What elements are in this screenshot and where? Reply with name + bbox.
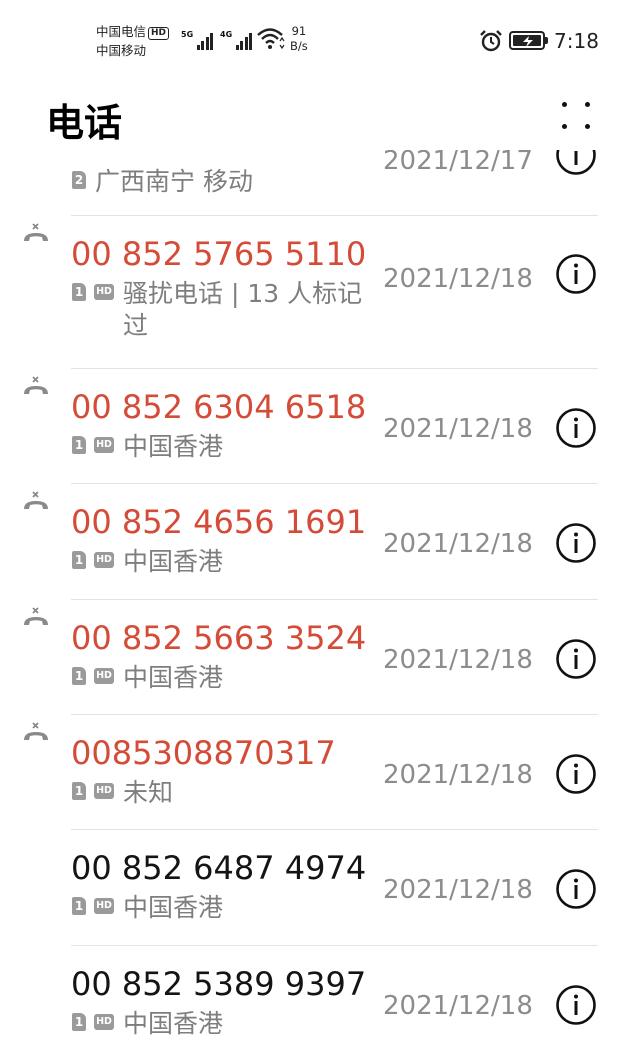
- call-log-item[interactable]: 00 852 5389 9397 1 HD 中国香港 2021/12/18: [0, 946, 640, 1061]
- call-location: 中国香港: [123, 547, 224, 576]
- call-info-button[interactable]: [555, 150, 597, 176]
- sim-card-icon: 1: [72, 782, 86, 800]
- carrier-2: 中国移动: [96, 43, 147, 58]
- clock: 7:18: [554, 29, 599, 53]
- list-divider: [71, 215, 598, 216]
- list-divider: [71, 945, 598, 946]
- sim-card-icon: 1: [72, 551, 86, 569]
- call-location: 骚扰电话 | 13 人标记过: [123, 279, 363, 340]
- call-subtitle: 1 HD 中国香港: [72, 431, 363, 463]
- phone-number: 00 852 5765 5110: [71, 235, 367, 273]
- call-subtitle: 1 HD 中国香港: [72, 662, 363, 694]
- call-location: 中国香港: [123, 432, 224, 461]
- call-location: 未知: [123, 778, 174, 807]
- missed-call-icon: [21, 222, 51, 246]
- call-info-button[interactable]: [555, 638, 597, 680]
- list-divider: [71, 483, 598, 484]
- call-date: 2021/12/18: [383, 875, 533, 905]
- call-log-item[interactable]: 00 852 5765 5110 1 HD 骚扰电话 | 13 人标记过 2021/12…: [0, 216, 640, 368]
- list-divider: [71, 829, 598, 830]
- hd-badge: HD: [148, 27, 170, 40]
- missed-call-icon: [21, 721, 51, 745]
- call-log-item[interactable]: 00 852 4656 1691 1 HD 中国香港 2021/12/18: [0, 484, 640, 599]
- call-location: 中国香港: [123, 1009, 224, 1038]
- list-divider: [71, 368, 598, 369]
- carrier-1: 中国电信: [96, 24, 147, 39]
- sim-card-icon: 1: [72, 1013, 86, 1031]
- phone-number: 00 852 5663 3524: [71, 619, 367, 657]
- call-date: 2021/12/18: [383, 529, 533, 559]
- call-log-list[interactable]: 2 广西南宁 移动 2021/12/17 00 852 5765 5110 1 HD 骚扰电…: [0, 150, 640, 1061]
- hd-call-icon: HD: [94, 552, 114, 568]
- list-divider: [71, 599, 598, 600]
- call-subtitle: 1 HD 中国香港: [72, 1008, 363, 1040]
- call-date: 2021/12/18: [383, 414, 533, 444]
- sim-card-icon: 1: [72, 283, 86, 301]
- missed-call-icon: [21, 490, 51, 514]
- call-subtitle: 1 HD 中国香港: [72, 546, 363, 578]
- hd-call-icon: HD: [94, 437, 114, 453]
- call-subtitle: 1 HD 未知: [72, 777, 363, 809]
- phone-number: 00 852 6487 4974: [71, 849, 367, 887]
- phone-number: 00 852 6304 6518: [71, 388, 367, 426]
- sim-card-icon: 1: [72, 436, 86, 454]
- carrier-info: 中国电信 HD 中国移动: [96, 22, 170, 60]
- hd-call-icon: HD: [94, 1014, 114, 1030]
- call-info-button[interactable]: [555, 984, 597, 1026]
- hd-call-icon: HD: [94, 668, 114, 684]
- signal-4g-icon: 4G: [220, 30, 253, 50]
- sim-card-icon: 1: [72, 667, 86, 685]
- call-info-button[interactable]: [555, 522, 597, 564]
- sim-card-icon: 1: [72, 897, 86, 915]
- hd-call-icon: HD: [94, 783, 114, 799]
- page-title: 电话: [46, 101, 123, 145]
- missed-call-icon: [21, 606, 51, 630]
- wifi-icon: [257, 28, 285, 50]
- call-location: 中国香港: [123, 893, 224, 922]
- call-info-button[interactable]: [555, 407, 597, 449]
- call-log-item[interactable]: 00 852 6487 4974 1 HD 中国香港 2021/12/18: [0, 830, 640, 945]
- call-date: 2021/12/18: [383, 991, 533, 1021]
- call-info-button[interactable]: [555, 753, 597, 795]
- list-divider: [71, 714, 598, 715]
- network-speed: 91 B/s: [290, 24, 308, 53]
- call-subtitle: 2 广西南宁 移动: [72, 166, 335, 198]
- call-log-item[interactable]: 00 852 5663 3524 1 HD 中国香港 2021/12/18: [0, 600, 640, 715]
- call-location: 中国香港: [123, 663, 224, 692]
- hd-call-icon: HD: [94, 284, 114, 300]
- hd-call-icon: HD: [94, 898, 114, 914]
- more-options-button[interactable]: [556, 96, 596, 136]
- call-info-button[interactable]: [555, 253, 597, 295]
- missed-call-icon: [21, 375, 51, 399]
- call-date: 2021/12/18: [383, 645, 533, 675]
- status-bar: 中国电信 HD 中国移动 5G 4G 91 B/s 7:18: [0, 0, 640, 80]
- call-subtitle: 1 HD 骚扰电话 | 13 人标记过: [72, 278, 363, 342]
- call-date: 2021/12/18: [383, 264, 533, 294]
- call-log-item[interactable]: 0085308870317 1 HD 未知 2021/12/18: [0, 715, 640, 830]
- phone-number: 00 852 5389 9397: [71, 965, 367, 1003]
- signal-5g-icon: 5G: [181, 30, 214, 50]
- call-info-button[interactable]: [555, 868, 597, 910]
- sim-card-icon: 2: [72, 171, 86, 189]
- call-log-item[interactable]: 00 852 6304 6518 1 HD 中国香港 2021/12/18: [0, 369, 640, 484]
- call-location: 广西南宁 移动: [95, 167, 253, 196]
- battery-icon: [509, 31, 548, 50]
- call-date: 2021/12/17: [383, 150, 533, 176]
- call-date: 2021/12/18: [383, 760, 533, 790]
- alarm-icon: [480, 30, 502, 52]
- call-subtitle: 1 HD 中国香港: [72, 892, 363, 924]
- phone-number: 0085308870317: [71, 734, 336, 772]
- phone-number: 00 852 4656 1691: [71, 503, 367, 541]
